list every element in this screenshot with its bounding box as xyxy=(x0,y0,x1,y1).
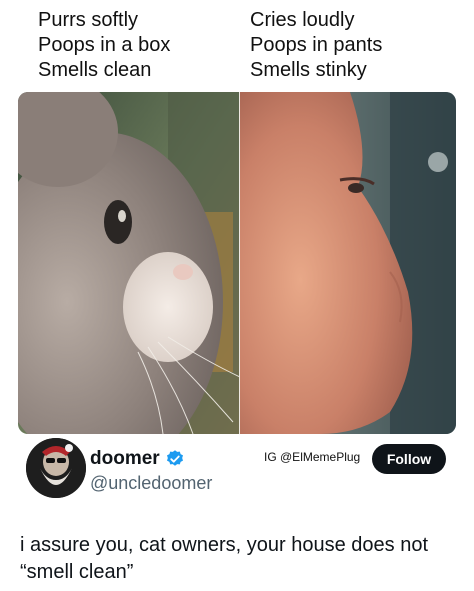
follow-button[interactable]: Follow xyxy=(372,444,446,474)
cat-photo xyxy=(18,92,240,434)
post-text: i assure you, cat owners, your house doe… xyxy=(20,534,429,583)
avatar[interactable] xyxy=(26,438,86,498)
handle[interactable]: @uncledoomer xyxy=(90,473,212,494)
verified-badge-icon xyxy=(167,450,183,466)
baby-caption-line: Cries loudly xyxy=(250,9,355,31)
cat-caption-line: Smells clean xyxy=(38,59,152,81)
bearded-avatar-icon xyxy=(26,438,86,498)
baby-caption-line: Smells stinky xyxy=(250,59,367,81)
watermark: IG @ElMemePlug xyxy=(264,450,361,464)
baby-photo xyxy=(240,92,456,434)
cat-caption: Purrs softly Poops in a box Smells clean xyxy=(38,8,170,83)
cat-caption-line: Poops in a box xyxy=(38,34,171,56)
baby-caption-line: Poops in pants xyxy=(250,34,383,56)
baby-caption: Cries loudly Poops in pants Smells stink… xyxy=(250,8,382,83)
post-header: doomer @uncledoomer IG @ElMemePlug Follo… xyxy=(0,438,474,508)
display-name[interactable]: doomer xyxy=(90,448,160,470)
cat-caption-line: Purrs softly xyxy=(38,9,139,31)
meme-image: Purrs softly Poops in a box Smells clean… xyxy=(0,0,474,440)
